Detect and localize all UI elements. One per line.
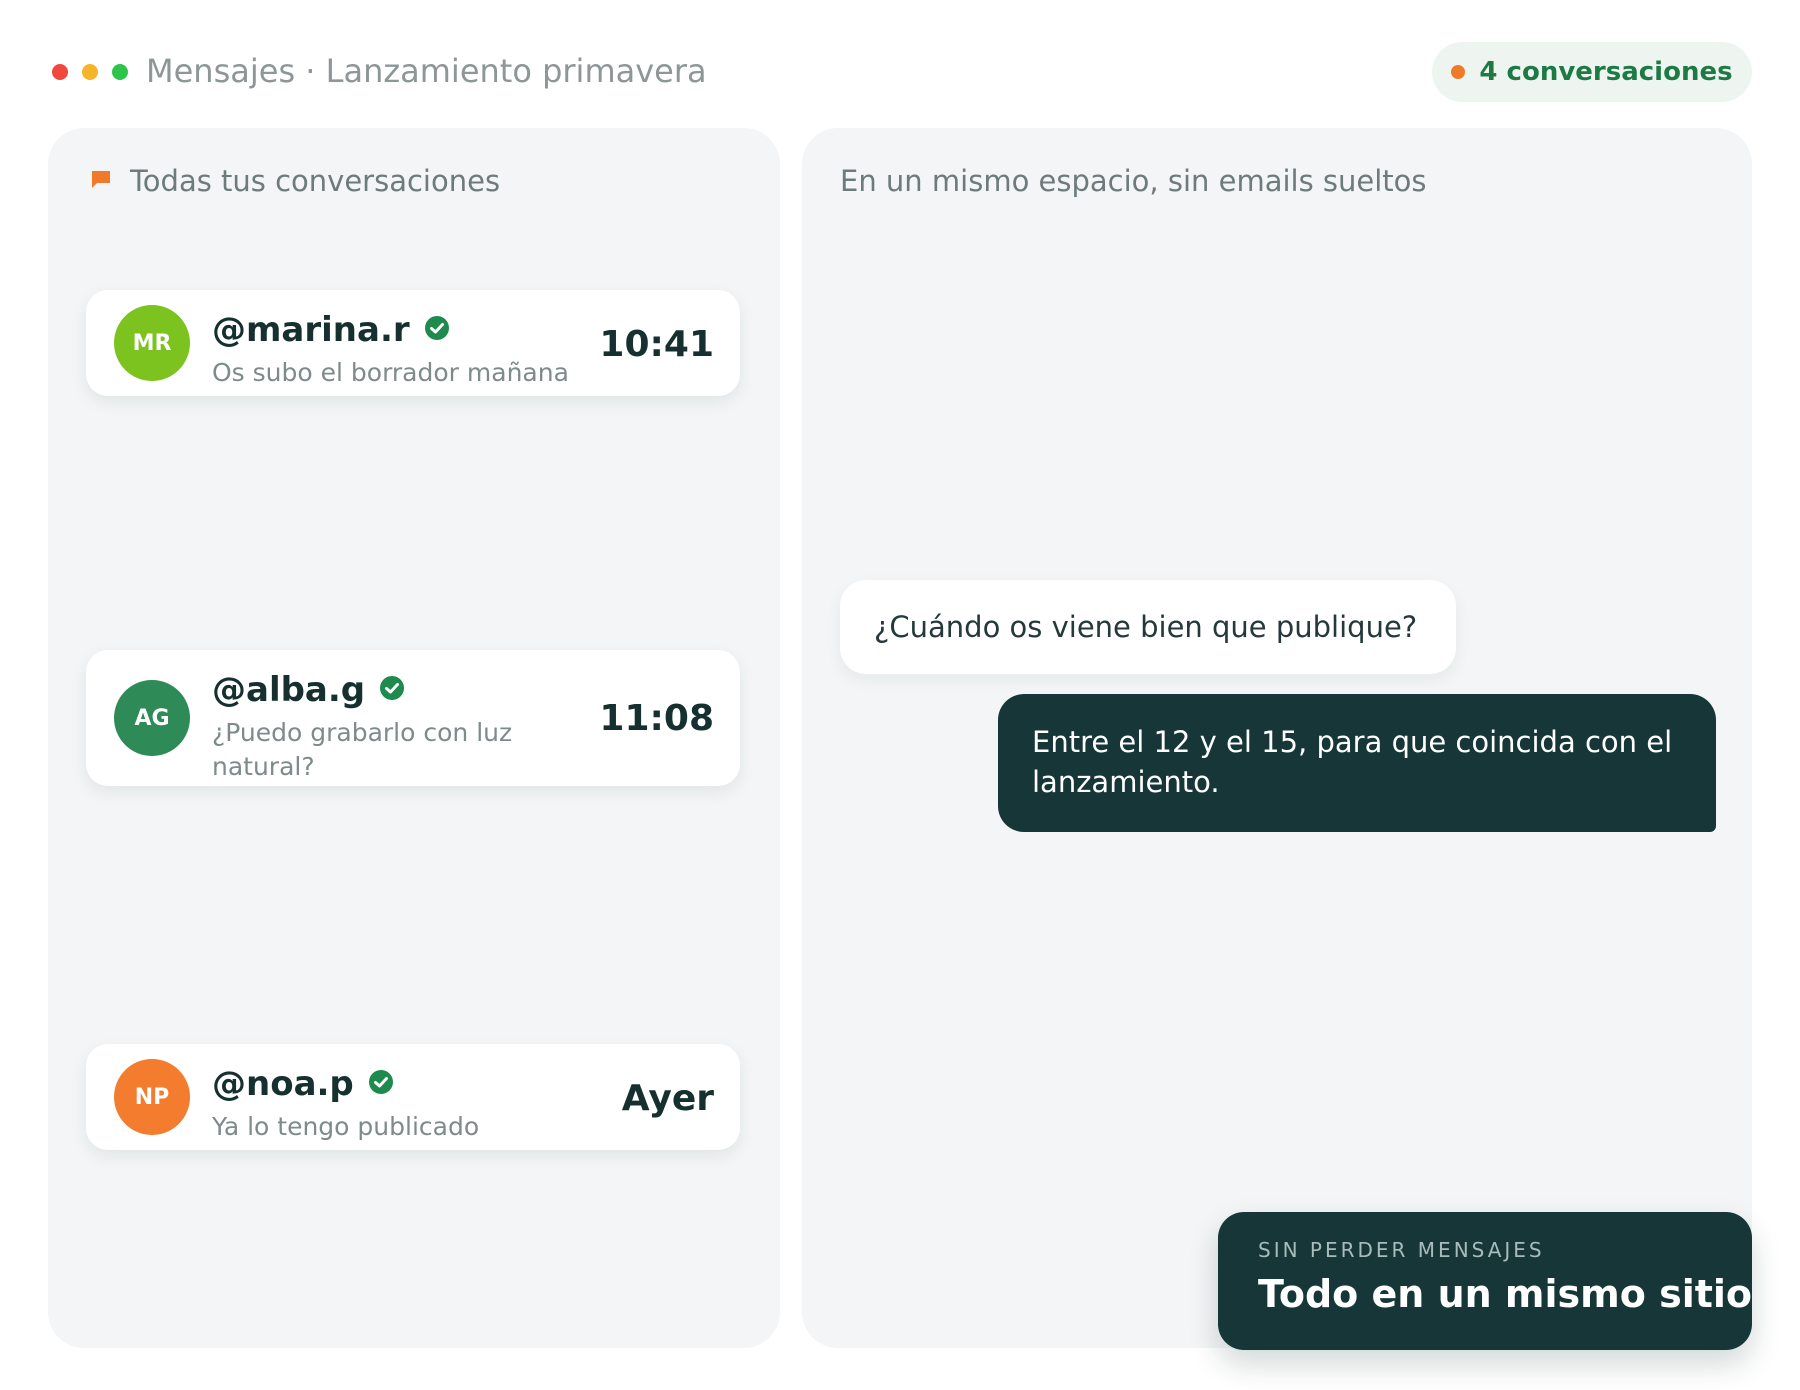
conversation-preview: ¿Puedo grabarlo con luz natural? xyxy=(212,718,513,781)
close-dot[interactable] xyxy=(52,64,68,80)
conversation-handle: @alba.g xyxy=(212,670,366,710)
maximize-dot[interactable] xyxy=(112,64,128,80)
conversation-text: @noa.p Ya lo tengo publicado xyxy=(212,1064,592,1144)
message-thread-panel: En un mismo espacio, sin emails sueltos … xyxy=(802,128,1752,1348)
conversation-preview: Ya lo tengo publicado xyxy=(212,1112,480,1141)
avatar: AG xyxy=(114,680,190,756)
conversation-handle: @marina.r xyxy=(212,310,410,350)
avatar: MR xyxy=(114,305,190,381)
conversation-item[interactable]: MR @marina.r Os subo el borrador mañana … xyxy=(86,290,740,396)
conversation-text: @marina.r Os subo el borrador mañana xyxy=(212,310,592,390)
window-title: Mensajes · Lanzamiento primavera xyxy=(146,52,707,90)
outgoing-message-bubble: Entre el 12 y el 15, para que coincida c… xyxy=(998,694,1716,832)
handle-row: @marina.r xyxy=(212,310,592,350)
conversation-time: 11:08 xyxy=(599,698,714,739)
avatar: NP xyxy=(114,1059,190,1135)
conversation-handle: @noa.p xyxy=(212,1064,354,1104)
conversation-text: @alba.g ¿Puedo grabarlo con luz natural? xyxy=(212,670,592,784)
thread-header: En un mismo espacio, sin emails sueltos xyxy=(840,164,1427,198)
handle-row: @alba.g xyxy=(212,670,592,710)
conversation-count-label: 4 conversaciones xyxy=(1479,57,1733,87)
conversation-preview: Os subo el borrador mañana xyxy=(212,358,569,387)
promo-card: SIN PERDER MENSAJES Todo en un mismo sit… xyxy=(1218,1212,1752,1350)
minimize-dot[interactable] xyxy=(82,64,98,80)
incoming-message-bubble: ¿Cuándo os viene bien que publique? xyxy=(840,580,1456,674)
conversation-item[interactable]: NP @noa.p Ya lo tengo publicado Ayer xyxy=(86,1044,740,1150)
conversation-time: Ayer xyxy=(621,1078,714,1119)
flag-icon xyxy=(90,164,112,198)
conversation-list-panel: Todas tus conversaciones MR @marina.r Os… xyxy=(48,128,780,1348)
verified-icon xyxy=(368,1069,394,1099)
conversation-list-header: Todas tus conversaciones xyxy=(90,164,500,198)
conversation-count-badge: 4 conversaciones xyxy=(1432,42,1752,102)
conversation-list-title: Todas tus conversaciones xyxy=(130,164,501,198)
promo-title: Todo en un mismo sitio xyxy=(1258,1272,1753,1316)
conversation-time: 10:41 xyxy=(599,324,714,365)
thread-title: En un mismo espacio, sin emails sueltos xyxy=(840,164,1427,198)
status-dot-icon xyxy=(1451,65,1466,79)
verified-icon xyxy=(424,315,450,345)
handle-row: @noa.p xyxy=(212,1064,592,1104)
conversation-item[interactable]: AG @alba.g ¿Puedo grabarlo con luz natur… xyxy=(86,650,740,786)
title-bar: Mensajes · Lanzamiento primavera 4 conve… xyxy=(0,0,1800,120)
promo-eyebrow: SIN PERDER MENSAJES xyxy=(1258,1238,1545,1262)
verified-icon xyxy=(379,675,405,705)
window-controls xyxy=(52,64,128,80)
